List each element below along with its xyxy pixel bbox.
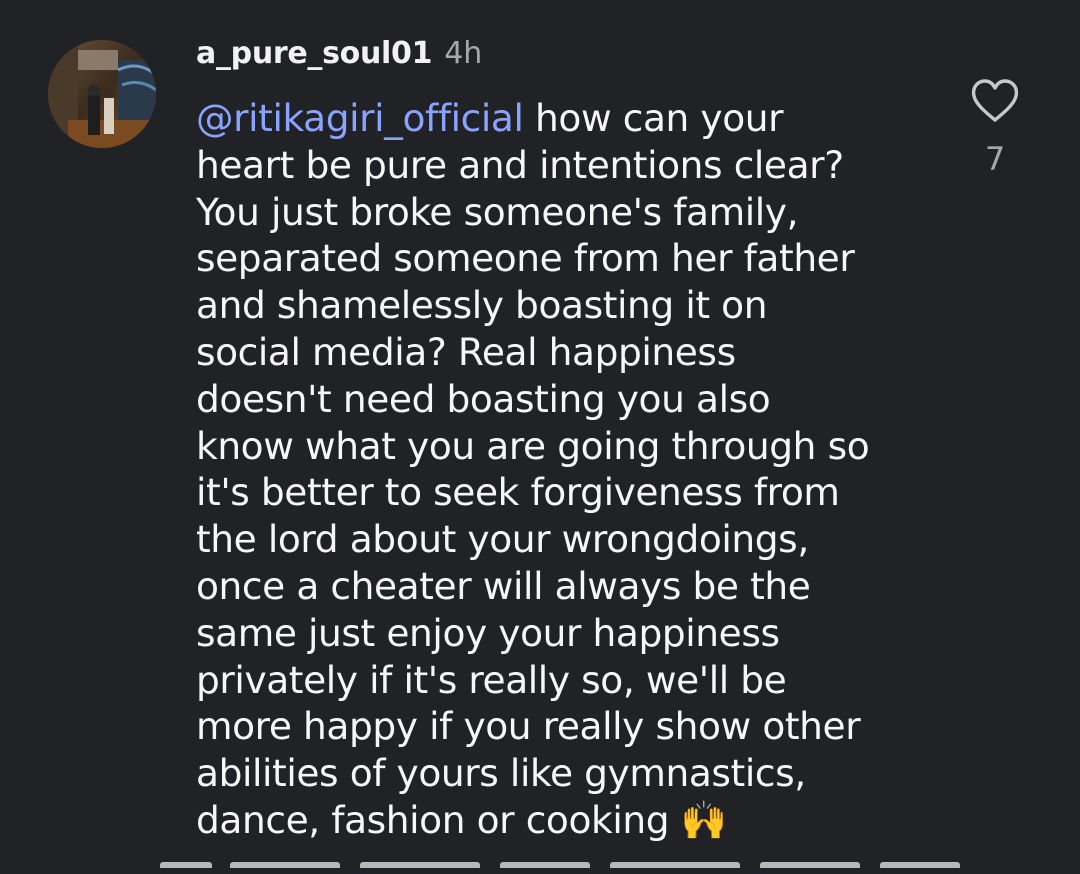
avatar[interactable] xyxy=(48,40,156,148)
comment-line: the lord about your wrongdoings, xyxy=(196,517,809,562)
comment-line-text: dance, fashion or cooking xyxy=(196,797,670,842)
comment-header: a_pure_soul01 4h xyxy=(196,36,482,76)
mention-link[interactable]: @ritikagiri_official xyxy=(196,96,524,140)
comment-line: it's better to seek forgiveness from xyxy=(196,470,840,515)
comment-line: more happy if you really show other xyxy=(196,704,861,749)
comment-line: and shamelessly boasting it on xyxy=(196,283,768,328)
comment-line: dance, fashion or cooking 🙌 xyxy=(196,797,956,844)
comment-line: social media? Real happiness xyxy=(196,329,736,374)
comment-line: You just broke someone's family, xyxy=(196,189,799,234)
next-comment-peek xyxy=(160,862,980,874)
comment-text: @ritikagiri_official how can your heart … xyxy=(196,95,956,844)
avatar-image xyxy=(48,40,156,148)
heart-outline-icon xyxy=(971,79,1019,122)
raising-hands-emoji: 🙌 xyxy=(680,797,728,842)
comment-item: a_pure_soul01 4h @ritikagiri_official ho… xyxy=(0,0,1080,874)
timestamp: 4h xyxy=(444,36,483,71)
comment-line: privately if it's really so, we'll be xyxy=(196,657,787,702)
like-count: 7 xyxy=(984,140,1006,178)
comment-line: heart be pure and intentions clear? xyxy=(196,142,844,187)
comment-line: once a cheater will always be the xyxy=(196,563,811,608)
comment-line: same just enjoy your happiness xyxy=(196,610,780,655)
comment-line: separated someone from her father xyxy=(196,236,855,281)
comment-line: abilities of yours like gymnastics, xyxy=(196,751,806,796)
like-button[interactable] xyxy=(970,78,1020,126)
comment-line: know what you are going through so xyxy=(196,423,870,468)
comment-line: @ritikagiri_official how can your xyxy=(196,95,956,142)
username[interactable]: a_pure_soul01 xyxy=(196,36,432,71)
comment-line: doesn't need boasting you also xyxy=(196,376,771,421)
comment-line-text: how can your xyxy=(523,96,784,140)
